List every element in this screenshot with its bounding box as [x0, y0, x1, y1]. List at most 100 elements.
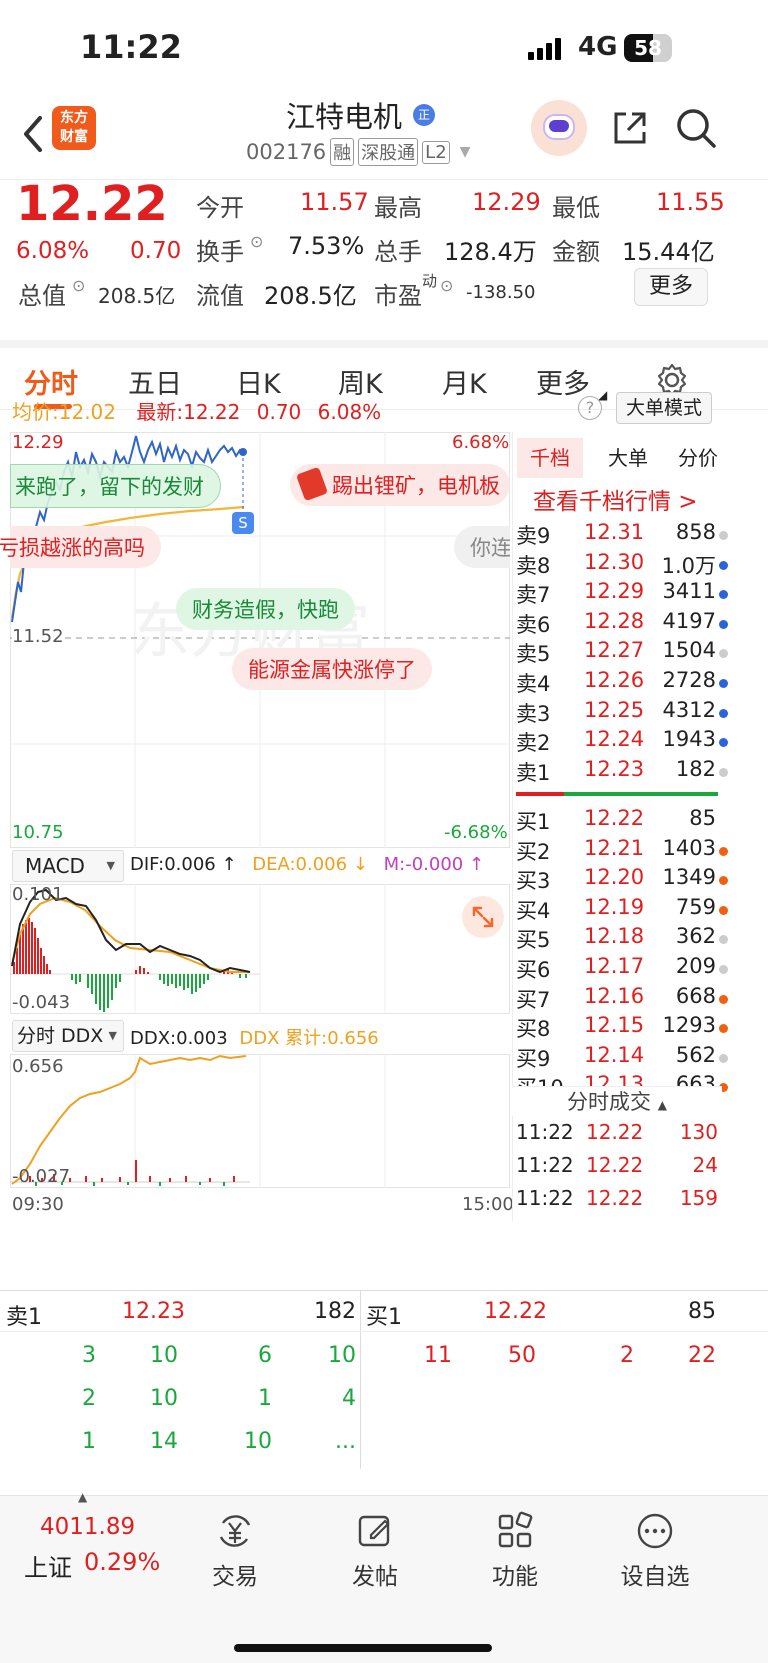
ddx-indicator-select[interactable]: 分时 DDX ▼	[12, 1020, 124, 1052]
macd-y-bottom: -0.043	[12, 992, 71, 1013]
bid-row[interactable]: 买6 12.17 209	[516, 954, 732, 985]
bid-row[interactable]: 买5 12.18 362	[516, 924, 732, 955]
trade-price: 12.22	[586, 1120, 644, 1144]
open-label: 今开	[196, 194, 244, 222]
index-ticker[interactable]: ▲ 4011.89 上证 0.29%	[0, 1490, 160, 1616]
nav-trade[interactable]: 交易	[180, 1511, 290, 1591]
ratio-bar-green	[564, 792, 718, 796]
ask-row[interactable]: 卖3 12.25 4312	[516, 698, 732, 729]
ask-row[interactable]: 卖1 12.23 182	[516, 757, 732, 788]
order-dot-icon	[719, 738, 728, 748]
float-label: 流值	[196, 282, 244, 310]
ask-label: 卖3	[516, 701, 551, 726]
bid-price: 12.18	[584, 924, 645, 949]
nav-functions[interactable]: 功能	[460, 1511, 570, 1591]
ddx-total: DDX 累计:0.656	[239, 1028, 379, 1049]
order-dot-icon	[719, 965, 728, 974]
dropdown-triangle-icon[interactable]: ▼	[460, 144, 471, 160]
amount-label: 金额	[552, 238, 600, 266]
x-axis-start: 09:30	[12, 1194, 64, 1215]
bid-row[interactable]: 买4 12.19 759	[516, 895, 732, 926]
order-dot-icon	[719, 994, 728, 1004]
bid-row[interactable]: 买7 12.16 668	[516, 984, 732, 1015]
high-value: 12.29	[472, 188, 541, 216]
help-icon[interactable]: ?	[578, 396, 602, 420]
macd-indicator-select[interactable]: MACD ▼	[12, 850, 124, 882]
app-logo[interactable]: 东方 财富	[52, 106, 96, 150]
bid-row[interactable]: 买9 12.14 562	[516, 1043, 732, 1074]
trades-header[interactable]: 分时成交 ▲	[512, 1086, 722, 1116]
tab-monthly-k[interactable]: 月K	[442, 362, 487, 401]
nav-add-watchlist[interactable]: 设自选	[600, 1511, 710, 1591]
info-dots-icon[interactable]: ⊙	[250, 232, 263, 251]
tab-depth[interactable]: 千档	[517, 438, 583, 478]
bid-row[interactable]: 买2 12.21 1403	[516, 836, 732, 867]
info-dots-icon[interactable]: ⊙	[440, 276, 453, 295]
expand-icon[interactable]	[462, 896, 504, 938]
ddx-chart[interactable]	[10, 1054, 510, 1188]
last-value: 12.22	[183, 400, 241, 424]
queue-sell-cell: 6	[258, 1343, 272, 1368]
tab-more[interactable]: 更多	[536, 362, 590, 401]
ask-price: 12.31	[584, 520, 645, 544]
ask-volume: 4312	[662, 697, 716, 722]
robot-avatar-icon[interactable]	[531, 100, 587, 156]
share-icon[interactable]	[610, 108, 650, 148]
bid-row[interactable]: 买1 12.22 85	[516, 806, 732, 837]
comment-bubble[interactable]: 亏损越涨的高吗	[0, 526, 161, 568]
tab-price-dist[interactable]: 分价	[665, 438, 731, 478]
big-order-mode-button[interactable]: 大单模式	[616, 392, 712, 424]
ask-row[interactable]: 卖6 12.28 4197	[516, 609, 732, 640]
volume-label: 总手	[374, 238, 422, 266]
low-label: 最低	[552, 194, 600, 222]
info-dots-icon[interactable]: ⊙	[72, 276, 85, 295]
tab-big-order[interactable]: 大单	[595, 438, 661, 478]
bid-price: 12.20	[584, 865, 645, 890]
comment-bubble[interactable]: 能源金属快涨停了	[232, 648, 432, 690]
trade-row: 11:22 12.22 159	[516, 1186, 732, 1217]
ask-row[interactable]: 卖8 12.30 1.0万	[516, 550, 732, 581]
order-dot-icon	[719, 1024, 728, 1034]
pct-value: 6.08%	[317, 400, 382, 424]
ask-row[interactable]: 卖5 12.27 1504	[516, 638, 732, 669]
sell-marker-icon[interactable]: S	[232, 512, 254, 534]
quote-panel: 12.22 6.08% 0.70 总值 ⊙ 208.5亿 今开 11.57 最高…	[0, 176, 768, 340]
avg-value: 12.02	[58, 400, 117, 424]
index-pct: 0.29%	[84, 1548, 161, 1576]
order-dot-icon	[719, 1053, 728, 1063]
volume-value: 128.4万	[444, 238, 537, 266]
more-button[interactable]: 更多	[634, 268, 708, 306]
stock-name: 江特电机	[286, 100, 403, 134]
change-value: 0.70	[130, 238, 182, 264]
verified-icon: 正	[413, 104, 435, 126]
badge-l2: L2	[422, 140, 450, 164]
bid-row[interactable]: 买8 12.15 1293	[516, 1013, 732, 1044]
nav-post[interactable]: 发帖	[320, 1511, 430, 1591]
ask-row[interactable]: 卖4 12.26 2728	[516, 668, 732, 699]
bid-label: 买2	[516, 839, 551, 864]
queue-sell-cell: 1	[258, 1386, 272, 1411]
bid-row[interactable]: 买3 12.20 1349	[516, 865, 732, 896]
bid-label: 买6	[516, 958, 551, 982]
back-arrow-icon[interactable]	[18, 112, 48, 156]
macd-chart[interactable]	[10, 884, 510, 1014]
view-depth-link[interactable]: 查看千档行情 >	[533, 482, 698, 516]
bid-volume: 759	[675, 894, 716, 919]
ask-row[interactable]: 卖9 12.31 858	[516, 520, 732, 551]
trade-price: 12.22	[586, 1186, 644, 1210]
queue-sell-cell: 10	[244, 1429, 272, 1454]
comment-bubble[interactable]: 来跑了，留下的发财	[10, 464, 221, 508]
trade-price: 12.22	[586, 1153, 644, 1177]
ask-volume: 1943	[662, 727, 716, 752]
chart-y-bottom-pct: -6.68%	[444, 822, 508, 843]
comment-bubble[interactable]: 财务造假，快跑	[176, 588, 355, 630]
ratio-bar-red	[516, 792, 564, 796]
queue-sell-cell: 4	[342, 1386, 356, 1411]
comment-bubble[interactable]: 你连	[454, 526, 510, 568]
index-name: 上证	[24, 1554, 72, 1582]
ask-row[interactable]: 卖2 12.24 1943	[516, 727, 732, 758]
search-icon[interactable]	[674, 106, 718, 150]
ask-row[interactable]: 卖7 12.29 3411	[516, 579, 732, 610]
open-value: 11.57	[300, 188, 369, 216]
ask-label: 卖2	[516, 731, 551, 756]
